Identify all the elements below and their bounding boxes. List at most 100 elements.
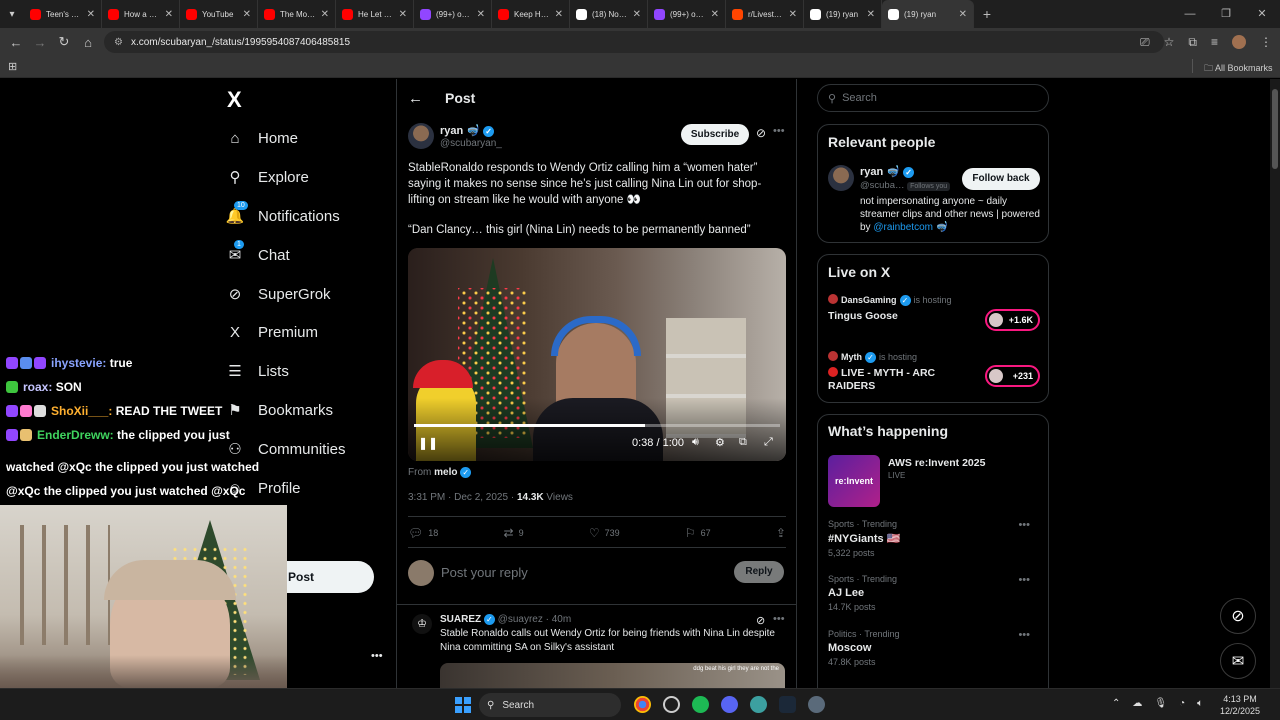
trend-item[interactable]: Politics · Trending Moscow 47.8K posts •••: [828, 629, 1040, 675]
edge-icon[interactable]: [750, 696, 767, 713]
reply-action[interactable]: 💬︎ 18: [408, 526, 438, 540]
reply-grok-icon[interactable]: ⊘: [756, 614, 765, 627]
tab-search-icon[interactable]: ▾: [0, 0, 24, 28]
live-item[interactable]: DansGaming ✓ is hosting Tingus Goose +1.6K: [828, 294, 1040, 340]
reload-icon[interactable]: ↻: [52, 34, 76, 50]
browser-tab[interactable]: r/Livestrea ✕: [726, 0, 804, 28]
grok-float-icon[interactable]: ⊘: [1220, 598, 1256, 634]
close-window-button[interactable]: ✕: [1244, 0, 1280, 28]
home-icon[interactable]: ⌂: [76, 35, 100, 50]
scrollbar[interactable]: [1270, 79, 1280, 688]
from-name[interactable]: melo: [434, 467, 457, 478]
account-more-icon[interactable]: •••: [371, 650, 383, 662]
browser-tab[interactable]: (99+) ohne ✕: [414, 0, 492, 28]
pip-icon[interactable]: ⧉: [739, 436, 747, 449]
grok-icon[interactable]: ⊘: [756, 126, 766, 140]
tray-chevron-icon[interactable]: ⌃: [1112, 698, 1120, 709]
maximize-button[interactable]: ❐: [1208, 0, 1244, 28]
address-bar[interactable]: ⚙ x.com/scubaryan_/status/19959540874064…: [104, 31, 1164, 53]
follow-back-button[interactable]: Follow back: [962, 168, 1040, 190]
tab-close-icon[interactable]: ✕: [711, 9, 719, 20]
nav-item-lists[interactable]: ☰ Lists: [226, 362, 289, 381]
spotify-icon[interactable]: [692, 696, 709, 713]
live-listener-pill[interactable]: +231: [985, 365, 1040, 387]
back-icon[interactable]: ←: [4, 35, 28, 50]
new-tab-button[interactable]: +: [974, 6, 1000, 22]
reply-author[interactable]: SUAREZ ✓ @suayrez · 40m: [440, 614, 571, 625]
tab-close-icon[interactable]: ✕: [789, 9, 797, 20]
repost-action[interactable]: ⇄ 9: [504, 526, 524, 540]
taskbar-search[interactable]: ⚲ Search: [479, 693, 621, 717]
x-logo[interactable]: X: [227, 87, 242, 113]
all-bookmarks[interactable]: 🗀 All Bookmarks: [1204, 61, 1273, 77]
tray-app-icon[interactable]: ☁: [1132, 698, 1142, 709]
search-input[interactable]: ⚲ Search: [817, 84, 1049, 112]
extensions-icon[interactable]: ⧉: [1188, 35, 1197, 50]
browser-tab[interactable]: Keep Her Ba ✕: [492, 0, 570, 28]
nav-item-supergrok[interactable]: ⊘ SuperGrok: [226, 285, 331, 304]
minimize-button[interactable]: —: [1172, 0, 1208, 28]
nav-item-communities[interactable]: ⚇ Communities: [226, 440, 345, 459]
settings-icon[interactable]: ⚙: [715, 436, 725, 449]
pause-icon[interactable]: ❚❚: [418, 436, 438, 450]
back-arrow-icon[interactable]: ←: [408, 90, 423, 107]
tab-close-icon[interactable]: ✕: [321, 9, 329, 20]
reply-button[interactable]: Reply: [734, 561, 784, 583]
event-thumbnail[interactable]: re:Invent: [828, 455, 880, 507]
browser-tab[interactable]: (18) No Lie ✕: [570, 0, 648, 28]
video-progress-track[interactable]: [414, 424, 780, 427]
app-icon[interactable]: [663, 696, 680, 713]
media-icon[interactable]: ≡: [1211, 35, 1218, 49]
cast-icon[interactable]: ⎚: [1140, 35, 1150, 50]
bookmark-star-icon[interactable]: ☆: [1164, 35, 1175, 49]
browser-tab[interactable]: YouTube ✕: [180, 0, 258, 28]
menu-icon[interactable]: ⋮: [1260, 35, 1272, 49]
person-avatar[interactable]: [828, 165, 854, 191]
nav-item-bookmarks[interactable]: ⚑ Bookmarks: [226, 401, 333, 420]
browser-tab[interactable]: He Let the I ✕: [336, 0, 414, 28]
tab-close-icon[interactable]: ✕: [633, 9, 641, 20]
post-button[interactable]: Post: [287, 561, 374, 593]
bookmark-action[interactable]: ⚐ 67: [685, 526, 711, 540]
post-more-icon[interactable]: •••: [773, 125, 785, 137]
nav-item-home[interactable]: ⌂ Home: [226, 129, 298, 147]
browser-tab[interactable]: (19) ryan ✕: [882, 0, 974, 28]
reply-media[interactable]: ddg beat his girl they are not the: [440, 663, 785, 688]
mic-icon[interactable]: 🎙︎: [1154, 698, 1167, 709]
fullscreen-icon[interactable]: ⤢: [764, 436, 773, 449]
forward-icon[interactable]: →: [28, 35, 52, 50]
subscribe-button[interactable]: Subscribe: [681, 124, 749, 145]
chrome-icon[interactable]: [634, 696, 651, 713]
reply-input[interactable]: Post your reply: [441, 565, 528, 580]
profile-avatar[interactable]: [1232, 35, 1246, 49]
messages-float-icon[interactable]: ✉: [1220, 643, 1256, 679]
author-name[interactable]: ryan 🤿 ✓: [440, 124, 495, 137]
tab-close-icon[interactable]: ✕: [477, 9, 485, 20]
author-avatar[interactable]: [408, 123, 434, 149]
tab-close-icon[interactable]: ✕: [87, 9, 95, 20]
nav-item-premium[interactable]: X Premium: [226, 323, 318, 341]
post-timestamp[interactable]: 3:31 PM · Dec 2, 2025 ·: [408, 492, 514, 503]
site-info-icon[interactable]: ⚙: [114, 37, 123, 48]
tab-close-icon[interactable]: ✕: [399, 9, 407, 20]
share-action[interactable]: ⇪: [776, 526, 786, 540]
nav-item-chat[interactable]: ✉ 1 Chat: [226, 240, 290, 264]
tab-close-icon[interactable]: ✕: [243, 9, 251, 20]
browser-tab[interactable]: (99+) ohne ✕: [648, 0, 726, 28]
trend-item[interactable]: Sports · Trending #NYGiants 🇺🇸 5,322 posts…: [828, 519, 1040, 565]
apps-icon[interactable]: ⊞: [8, 60, 17, 73]
tab-close-icon[interactable]: ✕: [165, 9, 173, 20]
wifi-icon[interactable]: ◔: [1179, 698, 1185, 709]
start-icon[interactable]: [455, 697, 471, 713]
my-avatar[interactable]: [408, 560, 434, 586]
trend-more-icon[interactable]: •••: [1018, 629, 1030, 641]
trend-more-icon[interactable]: •••: [1018, 519, 1030, 531]
author-handle[interactable]: @scubaryan_: [440, 138, 502, 149]
nav-item-explore[interactable]: ⚲ Explore: [226, 168, 309, 187]
reply-author-avatar[interactable]: ♔: [412, 614, 432, 634]
person-name[interactable]: ryan 🤿 ✓: [860, 165, 915, 178]
speaker-icon[interactable]: 🔈︎: [1197, 698, 1203, 709]
settings-app-icon[interactable]: [808, 696, 825, 713]
browser-tab[interactable]: The Momen ✕: [258, 0, 336, 28]
taskbar-clock[interactable]: 4:13 PM 12/2/2025: [1220, 693, 1260, 717]
